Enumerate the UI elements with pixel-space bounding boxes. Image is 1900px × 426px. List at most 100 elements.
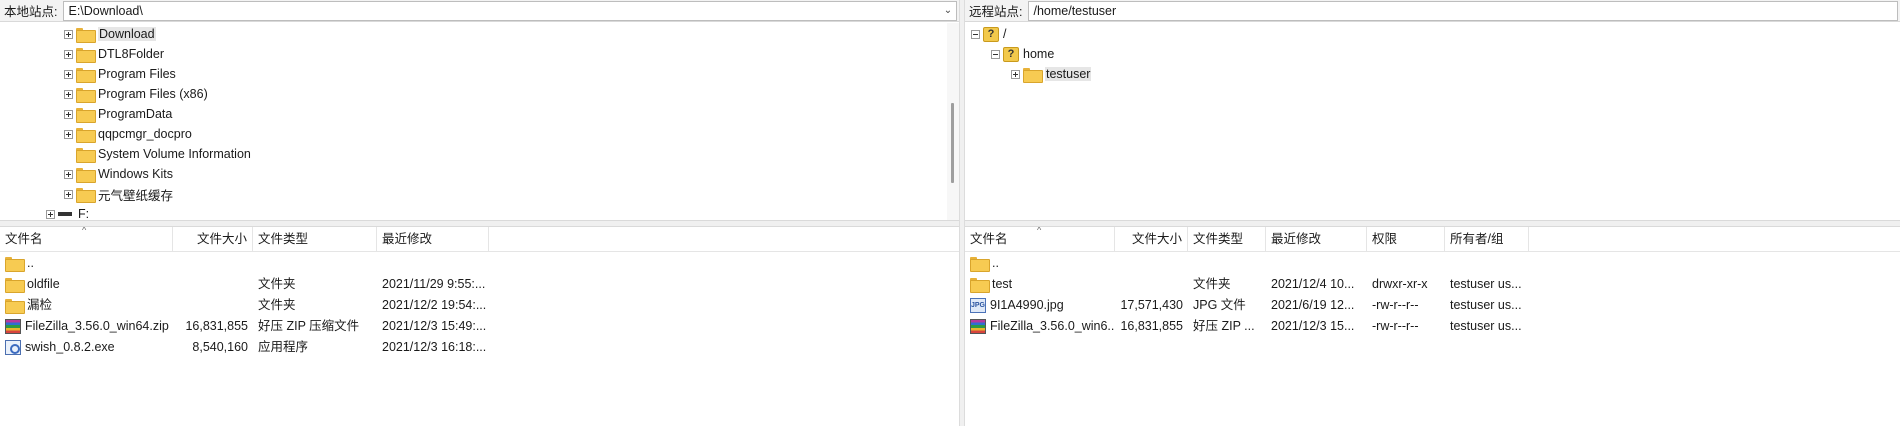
tree-item-label: Download: [98, 27, 156, 41]
tree-item-windows-kits[interactable]: Windows Kits: [64, 164, 173, 184]
local-path-combobox[interactable]: E:\Download\ ⌄: [63, 0, 957, 21]
tree-item-program-files[interactable]: Program Files: [64, 64, 176, 84]
local-directory-tree[interactable]: Download DTL8Folder Program Files Progra…: [0, 23, 959, 220]
folder-icon: [970, 257, 990, 272]
expand-icon[interactable]: [64, 69, 73, 79]
expand-icon[interactable]: [64, 129, 73, 139]
table-row[interactable]: ..: [965, 253, 1900, 274]
folder-icon: [76, 27, 96, 43]
expand-icon[interactable]: [64, 189, 73, 199]
folder-icon: [970, 278, 990, 293]
zip-archive-icon: [5, 319, 21, 334]
remote-site-label: 远程站点:: [969, 5, 1023, 19]
tree-item-label: home: [1023, 47, 1055, 61]
expand-icon[interactable]: [64, 109, 73, 119]
scrollbar-thumb[interactable]: [951, 103, 954, 183]
local-tree-scrollbar[interactable]: [947, 23, 959, 220]
local-site-bar: 本地站点: E:\Download\ ⌄: [0, 0, 959, 22]
column-header-name[interactable]: 文件名 ^: [0, 227, 173, 252]
folder-icon: [5, 299, 25, 314]
tree-item-root[interactable]: ? /: [971, 24, 1006, 44]
local-file-list[interactable]: 文件名 ^ 文件大小 文件类型 最近修改 .. oldfile 文件夹 2021…: [0, 227, 959, 426]
column-header-modified[interactable]: 最近修改: [1266, 227, 1367, 252]
remote-pane: 远程站点: /home/testuser ? / ? home testuser…: [965, 0, 1900, 426]
folder-icon: [76, 87, 96, 103]
folder-icon: [5, 278, 25, 293]
collapse-icon[interactable]: [991, 49, 1000, 59]
remote-path-combobox[interactable]: /home/testuser: [1028, 0, 1898, 21]
tree-item-download[interactable]: Download: [64, 24, 156, 44]
folder-icon: [76, 107, 96, 123]
folder-icon: [76, 47, 96, 63]
tree-item-program-files-x86[interactable]: Program Files (x86): [64, 84, 208, 104]
tree-item-label: Program Files (x86): [98, 87, 208, 101]
tree-item-label: ProgramData: [98, 107, 173, 121]
tree-item-label: Windows Kits: [98, 167, 174, 181]
table-row[interactable]: FileZilla_3.56.0_win6... 16,831,855 好压 Z…: [965, 316, 1900, 337]
tree-item-label: testuser: [1045, 67, 1092, 81]
column-header-name[interactable]: 文件名 ^: [965, 227, 1115, 252]
column-header-type[interactable]: 文件类型: [253, 227, 377, 252]
tree-item-label: System Volume Information: [98, 147, 251, 161]
column-header-size[interactable]: 文件大小: [173, 227, 253, 252]
unknown-folder-icon: ?: [983, 26, 999, 42]
tree-item-dtl8folder[interactable]: DTL8Folder: [64, 44, 164, 64]
remote-path-input[interactable]: /home/testuser: [1033, 4, 1897, 18]
executable-icon: [5, 340, 21, 355]
folder-icon: [76, 67, 96, 83]
folder-icon: [76, 147, 96, 163]
tree-item-label: 元气壁纸缓存: [98, 188, 174, 203]
column-header-type[interactable]: 文件类型: [1188, 227, 1266, 252]
local-path-input[interactable]: E:\Download\: [68, 4, 940, 18]
local-list-header: 文件名 ^ 文件大小 文件类型 最近修改: [0, 227, 959, 252]
tree-item-wallpaper-cache[interactable]: 元气壁纸缓存: [64, 184, 173, 204]
jpg-image-icon: JPG: [970, 298, 986, 313]
tree-item-label: qqpcmgr_docpro: [98, 127, 192, 141]
remote-site-bar: 远程站点: /home/testuser: [965, 0, 1900, 22]
folder-icon: [1023, 67, 1043, 83]
column-header-owner-group[interactable]: 所有者/组: [1445, 227, 1529, 252]
local-pane: 本地站点: E:\Download\ ⌄ Download DTL8Folder…: [0, 0, 959, 426]
unknown-folder-icon: ?: [1003, 46, 1019, 62]
column-header-permissions[interactable]: 权限: [1367, 227, 1445, 252]
column-header-modified[interactable]: 最近修改: [377, 227, 489, 252]
remote-horizontal-splitter[interactable]: [965, 220, 1900, 227]
tree-item-qqpcmgr-docpro[interactable]: qqpcmgr_docpro: [64, 124, 192, 144]
expand-icon[interactable]: [64, 29, 73, 39]
remote-file-list[interactable]: 文件名 ^ 文件大小 文件类型 最近修改 权限 所有者/组 .. test 文件…: [965, 227, 1900, 426]
tree-item-label: /: [1003, 27, 1007, 41]
local-site-label: 本地站点:: [4, 5, 58, 19]
table-row[interactable]: test 文件夹 2021/12/4 10... drwxr-xr-x test…: [965, 274, 1900, 295]
drive-icon: [58, 212, 72, 216]
table-row[interactable]: JPG 9I1A4990.jpg 17,571,430 JPG 文件 2021/6…: [965, 295, 1900, 316]
expand-icon[interactable]: [46, 209, 55, 219]
expand-icon[interactable]: [1011, 69, 1020, 79]
chevron-down-icon[interactable]: ⌄: [940, 5, 956, 16]
column-header-size[interactable]: 文件大小: [1115, 227, 1188, 252]
zip-archive-icon: [970, 319, 986, 334]
sort-ascending-icon: ^: [1037, 227, 1042, 235]
folder-icon: [5, 257, 25, 272]
tree-item-home[interactable]: ? home: [991, 44, 1054, 64]
tree-item-system-volume-information[interactable]: System Volume Information: [64, 144, 251, 164]
tree-item-label: Program Files: [98, 67, 176, 81]
local-horizontal-splitter[interactable]: [0, 220, 959, 227]
folder-icon: [76, 127, 96, 143]
remote-list-header: 文件名 ^ 文件大小 文件类型 最近修改 权限 所有者/组: [965, 227, 1900, 252]
table-row[interactable]: oldfile 文件夹 2021/11/29 9:55:...: [0, 274, 959, 295]
expand-icon[interactable]: [64, 169, 73, 179]
expand-icon[interactable]: [64, 89, 73, 99]
remote-directory-tree[interactable]: ? / ? home testuser: [965, 23, 1900, 220]
tree-item-testuser[interactable]: testuser: [1011, 64, 1092, 84]
table-row[interactable]: 漏检 文件夹 2021/12/2 19:54:...: [0, 295, 959, 316]
expand-icon[interactable]: [64, 49, 73, 59]
table-row[interactable]: ..: [0, 253, 959, 274]
tree-item-programdata[interactable]: ProgramData: [64, 104, 172, 124]
table-row[interactable]: FileZilla_3.56.0_win64.zip 16,831,855 好压…: [0, 316, 959, 337]
sort-ascending-icon: ^: [82, 227, 87, 235]
folder-icon: [76, 187, 96, 203]
tree-item-label: DTL8Folder: [98, 47, 164, 61]
table-row[interactable]: swish_0.8.2.exe 8,540,160 应用程序 2021/12/3…: [0, 337, 959, 358]
tree-item-drive-f[interactable]: F:: [46, 204, 89, 220]
collapse-icon[interactable]: [971, 29, 980, 39]
